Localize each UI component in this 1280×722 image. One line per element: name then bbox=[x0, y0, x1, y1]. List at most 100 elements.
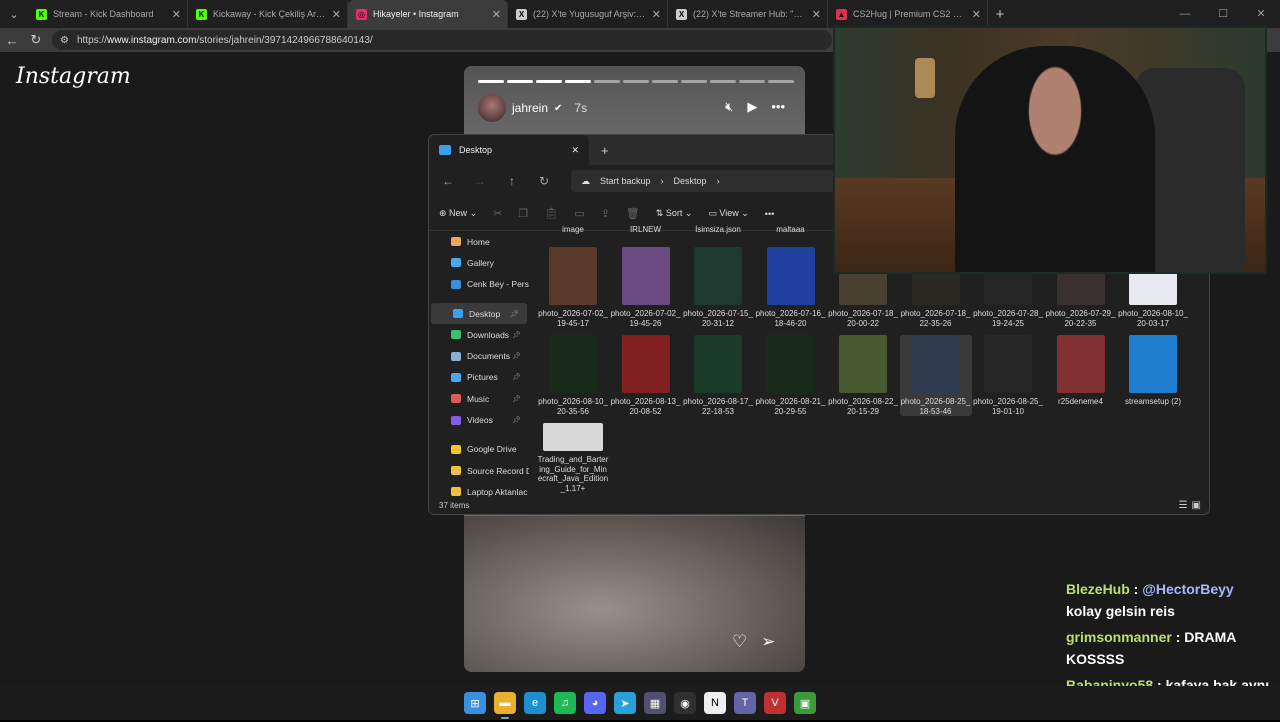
taskbar: ⊞ ▬ e ♫ ◕ ➤ ▦ ◉ N T V ▣ bbox=[0, 686, 1280, 720]
file-item[interactable]: photo_2026-08-10_20-35-56 bbox=[537, 335, 609, 416]
sidebar-item[interactable]: Pictures 📌︎ bbox=[429, 367, 529, 388]
file-item[interactable]: photo_2026-08-13_20-08-52 bbox=[610, 335, 682, 416]
sidebar-item[interactable]: Source Record D bbox=[429, 460, 529, 481]
new-button[interactable]: ⊕ New ⌄ bbox=[439, 208, 477, 219]
story-username[interactable]: jahrein bbox=[512, 101, 548, 115]
chat-message: BlezeHub : @HectorBeyy kolay gelsin reis bbox=[1066, 578, 1276, 622]
file-item[interactable]: photo_2026-07-16_18-46-20 bbox=[755, 247, 827, 328]
browser-tab[interactable]: ▲ CS2Hug | Premium CS2 & CS:GO ✕ bbox=[828, 0, 988, 28]
back-icon[interactable]: ← bbox=[437, 174, 459, 188]
sidebar-item[interactable]: Google Drive bbox=[429, 439, 529, 460]
more-icon[interactable]: ••• bbox=[765, 209, 774, 219]
obs-icon[interactable]: ◉ bbox=[674, 692, 696, 714]
close-tab-icon[interactable]: ✕ bbox=[172, 8, 181, 21]
delete-icon[interactable]: 🗑︎ bbox=[626, 207, 640, 220]
minecraft-icon[interactable]: ▣ bbox=[794, 692, 816, 714]
paste-icon[interactable]: 📋︎ bbox=[544, 207, 558, 220]
sidebar-item-label: Documents bbox=[467, 351, 510, 362]
sidebar-item[interactable]: Music 📌︎ bbox=[429, 388, 529, 409]
teams-icon[interactable]: T bbox=[734, 692, 756, 714]
details-view-icon[interactable]: ☰ bbox=[1179, 500, 1188, 511]
mute-icon[interactable]: 🔇︎ bbox=[725, 99, 733, 115]
sidebar-item[interactable]: Desktop 📌︎ bbox=[431, 302, 527, 325]
like-icon[interactable]: ♡ bbox=[732, 632, 747, 652]
discord-icon[interactable]: ◕ bbox=[584, 692, 606, 714]
sidebar-item[interactable]: Downloads 📌︎ bbox=[429, 324, 529, 345]
sidebar-item[interactable]: Cenk Bey - Pers bbox=[429, 274, 529, 295]
telegram-icon[interactable]: ➤ bbox=[614, 692, 636, 714]
tab-search-icon[interactable]: ⌄ bbox=[0, 0, 28, 28]
sidebar-item[interactable]: Videos 📌︎ bbox=[429, 409, 529, 430]
file-item[interactable]: r25deneme4 bbox=[1045, 335, 1117, 407]
forward-icon[interactable]: → bbox=[469, 174, 491, 188]
view-button[interactable]: ▭ View ⌄ bbox=[708, 208, 748, 219]
file-name[interactable]: IRLNEW bbox=[610, 225, 682, 234]
browser-tab[interactable]: K Stream - Kick Dashboard ✕ bbox=[28, 0, 188, 28]
notion-icon[interactable]: N bbox=[704, 692, 726, 714]
file-item[interactable]: photo_2026-07-15_20-31-12 bbox=[682, 247, 754, 328]
site-info-icon[interactable]: ⚙ bbox=[60, 35, 69, 46]
close-tab-icon[interactable]: ✕ bbox=[571, 145, 579, 156]
minimize-icon[interactable]: — bbox=[1166, 0, 1204, 28]
new-tab-button[interactable]: + bbox=[988, 6, 1012, 23]
sidebar-item-label: Videos bbox=[467, 415, 493, 426]
breadcrumb-item[interactable]: Desktop bbox=[674, 176, 707, 186]
close-tab-icon[interactable]: ✕ bbox=[812, 8, 821, 21]
sort-button[interactable]: ⇅ Sort ⌄ bbox=[656, 208, 693, 219]
file-item[interactable]: photo_2026-07-02_19-45-26 bbox=[610, 247, 682, 328]
file-name[interactable]: maltaaa bbox=[755, 225, 827, 234]
story-user[interactable]: jahrein ✔ 7s bbox=[478, 94, 587, 122]
up-icon[interactable]: ↑ bbox=[501, 174, 523, 188]
file-item[interactable]: photo_2026-08-22_20-15-29 bbox=[827, 335, 899, 416]
file-explorer-icon[interactable]: ▬ bbox=[494, 692, 516, 719]
close-tab-icon[interactable]: ✕ bbox=[972, 8, 981, 21]
close-icon[interactable]: ✕ bbox=[1242, 0, 1280, 28]
cut-icon[interactable]: ✂ bbox=[493, 207, 502, 220]
refresh-icon[interactable]: ↻ bbox=[533, 174, 555, 188]
avatar[interactable] bbox=[478, 94, 506, 122]
play-icon[interactable]: ▶ bbox=[747, 99, 757, 115]
file-item[interactable]: photo_2026-07-02_19-45-17 bbox=[537, 247, 609, 328]
share-icon[interactable]: ➢ bbox=[761, 632, 775, 652]
maximize-icon[interactable]: ☐ bbox=[1204, 0, 1242, 28]
file-item[interactable]: streamsetup (2) bbox=[1117, 335, 1189, 407]
file-name[interactable]: İsimsiza.json bbox=[682, 225, 754, 234]
start-icon[interactable]: ⊞ bbox=[464, 692, 486, 714]
share-icon[interactable]: ⇪ bbox=[601, 207, 610, 220]
folder-icon bbox=[451, 258, 461, 268]
browser-tab[interactable]: K Kickaway - Kick Çekiliş Aracı ✕ bbox=[188, 0, 348, 28]
app-icon[interactable]: ▦ bbox=[644, 692, 666, 714]
file-item[interactable]: Trading_and_Bartering_Guide_for_Minecraf… bbox=[537, 423, 609, 493]
sidebar-item[interactable]: Gallery bbox=[429, 252, 529, 273]
file-item[interactable]: photo_2026-08-25_18-53-46 bbox=[899, 335, 972, 416]
chat-separator: : bbox=[1129, 581, 1143, 597]
edge-icon[interactable]: e bbox=[524, 692, 546, 714]
new-tab-icon[interactable]: + bbox=[601, 143, 609, 158]
sidebar-item-label: Desktop bbox=[469, 308, 501, 319]
url-field[interactable]: ⚙ https://www.instagram.com/stories/jahr… bbox=[52, 30, 832, 50]
voicemod-icon[interactable]: V bbox=[764, 692, 786, 714]
sidebar-item[interactable]: Documents 📌︎ bbox=[429, 345, 529, 366]
file-item[interactable]: photo_2026-08-21_20-29-55 bbox=[755, 335, 827, 416]
tiles-view-icon[interactable]: ▣ bbox=[1192, 500, 1201, 511]
close-tab-icon[interactable]: ✕ bbox=[652, 8, 661, 21]
file-name[interactable]: image bbox=[537, 225, 609, 234]
rename-icon[interactable]: ▭ bbox=[574, 207, 584, 220]
sidebar-item[interactable]: Home bbox=[429, 231, 529, 252]
instagram-logo[interactable]: Instagram bbox=[16, 64, 131, 89]
file-item[interactable]: photo_2026-08-17_22-18-53 bbox=[682, 335, 754, 416]
close-tab-icon[interactable]: ✕ bbox=[332, 8, 341, 21]
copy-icon[interactable]: ❐ bbox=[518, 207, 528, 220]
file-item[interactable]: photo_2026-08-25_19-01-10 bbox=[972, 335, 1044, 416]
breadcrumb-item[interactable]: Start backup bbox=[600, 176, 651, 186]
reload-icon[interactable]: ↻ bbox=[24, 32, 48, 48]
browser-tab[interactable]: X (22) X'te Yugusuguf Arşiv: "jahrein ✕ bbox=[508, 0, 668, 28]
browser-tab[interactable]: ◎ Hikayeler • Instagram ✕ bbox=[348, 0, 508, 28]
browser-tab[interactable]: X (22) X'te Streamer Hub: "Ünlü yayı ✕ bbox=[668, 0, 828, 28]
close-tab-icon[interactable]: ✕ bbox=[492, 8, 501, 21]
file-name: photo_2026-08-25_19-01-10 bbox=[973, 397, 1043, 416]
back-icon[interactable]: ← bbox=[0, 33, 24, 48]
more-options-icon[interactable]: ••• bbox=[771, 99, 785, 115]
spotify-icon[interactable]: ♫ bbox=[554, 692, 576, 714]
explorer-tab[interactable]: Desktop ✕ bbox=[429, 135, 589, 165]
